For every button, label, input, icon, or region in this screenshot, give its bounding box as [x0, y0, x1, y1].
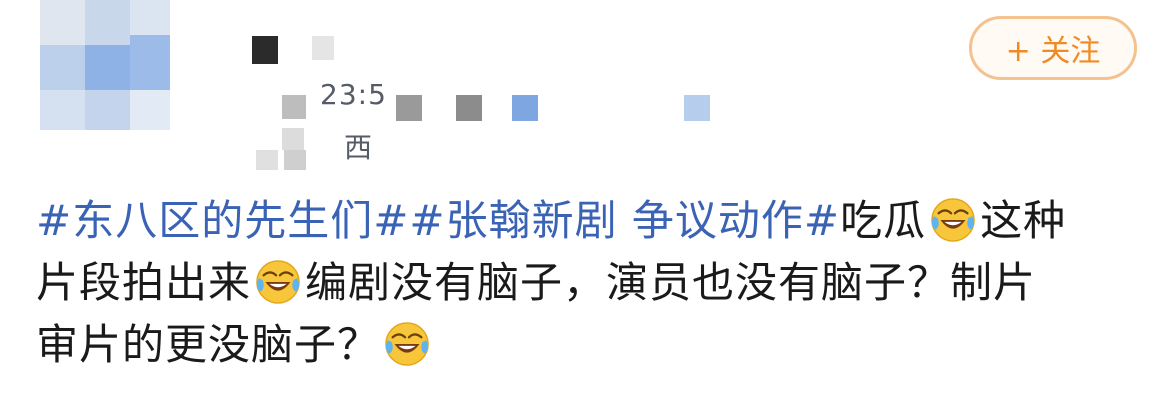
time-mosaic [512, 95, 538, 121]
follow-button[interactable]: + 关注 [969, 16, 1137, 80]
post-location: 西 [344, 131, 374, 164]
post-text-segment: 编剧没有脑子，演员也没有脑子？制片 [305, 258, 1037, 307]
source-mosaic [282, 128, 304, 150]
post-time: 23:5 [320, 78, 387, 111]
avatar-mosaic [40, 90, 85, 130]
avatar-mosaic [40, 45, 85, 90]
avatar-mosaic [85, 90, 130, 130]
post-text-segment: 吃瓜 [840, 196, 927, 245]
post-text-segment: 审片的更没脑子？ [36, 320, 381, 369]
post-text-line: 片段拍出来 编剧没有脑子，演员也没有脑子？制片 [36, 252, 1146, 314]
avatar[interactable] [40, 0, 170, 130]
hashtag-link[interactable]: #东八区的先生们# [36, 196, 409, 245]
post-text: #东八区的先生们##张翰新剧 争议动作#吃瓜 这种片段拍出来 编剧没有脑子，演员也没… [36, 190, 1146, 376]
source-mosaic [256, 150, 278, 170]
time-mosaic [282, 95, 306, 119]
time-mosaic [684, 95, 710, 121]
avatar-mosaic [130, 35, 170, 90]
source-mosaic [284, 150, 306, 170]
post-text-segment: 片段拍出来 [36, 258, 252, 307]
username-mosaic [312, 36, 334, 60]
weibo-post-card: 23:5 西 + 关注 #东八区的先生们##张翰新剧 争议动作#吃瓜 这种片段拍出… [0, 0, 1166, 418]
post-text-line: 审片的更没脑子？ [36, 314, 1146, 376]
avatar-mosaic [40, 0, 85, 45]
hashtag-link[interactable]: #张翰新剧 争议动作# [409, 196, 840, 245]
avatar-mosaic [130, 90, 170, 130]
post-text-line: #东八区的先生们##张翰新剧 争议动作#吃瓜 这种 [36, 190, 1146, 252]
laughing-crying-face-icon [384, 321, 430, 367]
laughing-crying-face-icon [255, 259, 301, 305]
follow-button-label: + 关注 [1005, 34, 1101, 69]
time-mosaic [396, 95, 422, 121]
avatar-mosaic [85, 45, 130, 90]
avatar-mosaic [85, 0, 130, 45]
laughing-crying-face-icon [930, 197, 976, 243]
username-mosaic[interactable] [252, 36, 278, 64]
time-mosaic [456, 95, 482, 121]
post-text-segment: 这种 [980, 196, 1067, 245]
